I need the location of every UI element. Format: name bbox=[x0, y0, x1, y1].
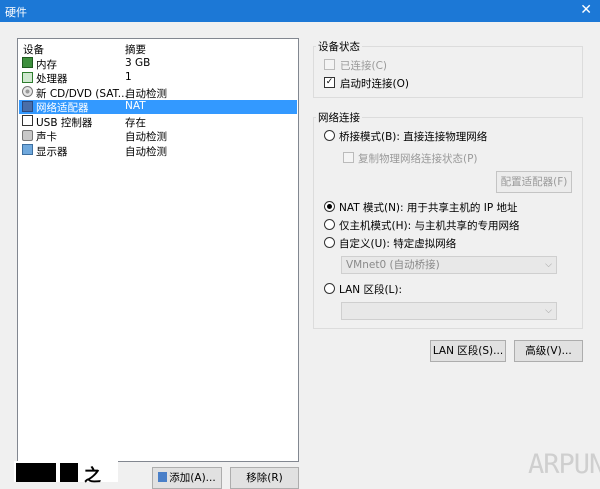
window-title: 硬件 bbox=[5, 6, 27, 19]
chevron-down-icon: ⌵ bbox=[545, 260, 552, 270]
device-row-memory[interactable]: 内存 3 GB bbox=[19, 56, 297, 71]
nat-label: NAT 模式(N): 用于共享主机的 IP 地址 bbox=[339, 202, 518, 214]
device-name: 处理器 bbox=[36, 73, 68, 85]
connected-checkbox[interactable] bbox=[324, 59, 335, 70]
device-name: 网络适配器 bbox=[36, 102, 89, 114]
device-summary: NAT bbox=[125, 100, 146, 112]
device-name: 内存 bbox=[36, 58, 57, 71]
chevron-down-icon: ⌵ bbox=[545, 306, 552, 316]
memory-icon bbox=[22, 57, 33, 68]
advanced-button[interactable]: 高级(V)... bbox=[514, 340, 583, 362]
lan-segments-button[interactable]: LAN 区段(S)... bbox=[430, 340, 506, 362]
logo-block-left bbox=[16, 463, 56, 482]
device-name: 新 CD/DVD (SAT... bbox=[36, 87, 128, 100]
device-column-header[interactable]: 设备 bbox=[23, 42, 44, 57]
display-icon bbox=[22, 144, 33, 155]
network-connection-label: 网络连接 bbox=[316, 110, 362, 125]
custom-label: 自定义(U): 特定虚拟网络 bbox=[339, 238, 457, 250]
device-row-display[interactable]: 显示器 自动检测 bbox=[19, 143, 297, 158]
replicate-state-label: 复制物理网络连接状态(P) bbox=[358, 153, 478, 165]
add-button-label: 添加(A)... bbox=[169, 472, 216, 484]
device-name: 显示器 bbox=[36, 145, 68, 158]
device-summary: 自动检测 bbox=[125, 145, 167, 158]
device-row-usb[interactable]: USB 控制器 存在 bbox=[19, 114, 297, 129]
device-list[interactable]: 设备 摘要 内存 3 GB 处理器 1 新 CD/DVD (SAT... 自动检… bbox=[17, 38, 299, 462]
network-adapter-icon bbox=[22, 100, 33, 112]
vmnet-select-value: VMnet0 (自动桥接) bbox=[346, 259, 440, 271]
host-only-label: 仅主机模式(H): 与主机共享的专用网络 bbox=[339, 220, 520, 232]
configure-adapters-button[interactable]: 配置适配器(F) bbox=[496, 171, 572, 193]
lan-segment-label: LAN 区段(L): bbox=[339, 284, 403, 296]
device-summary: 1 bbox=[125, 71, 132, 83]
device-row-cd-dvd[interactable]: 新 CD/DVD (SAT... 自动检测 bbox=[19, 85, 297, 100]
device-status-label: 设备状态 bbox=[316, 39, 362, 54]
device-row-processor[interactable]: 处理器 1 bbox=[19, 71, 297, 85]
device-row-network-adapter[interactable]: 网络适配器 NAT bbox=[19, 99, 297, 114]
cd-dvd-icon bbox=[22, 86, 33, 97]
ithome-logo: 之 bbox=[14, 461, 118, 486]
connect-at-power-on-checkbox[interactable]: ✓ bbox=[324, 77, 335, 88]
summary-column-header[interactable]: 摘要 bbox=[125, 42, 146, 57]
replicate-state-checkbox[interactable] bbox=[343, 152, 354, 163]
device-list-header: 设备 摘要 bbox=[18, 42, 298, 56]
logo-glyph: 之 bbox=[84, 466, 101, 486]
device-row-sound-card[interactable]: 声卡 自动检测 bbox=[19, 129, 297, 143]
lan-segment-select[interactable]: ⌵ bbox=[341, 302, 557, 320]
close-icon[interactable]: ✕ bbox=[580, 2, 592, 18]
shield-icon bbox=[158, 472, 168, 482]
lan-segment-radio[interactable] bbox=[324, 283, 335, 294]
usb-icon bbox=[22, 115, 33, 126]
nat-radio[interactable] bbox=[324, 201, 335, 212]
vmnet-select[interactable]: VMnet0 (自动桥接) ⌵ bbox=[341, 256, 557, 274]
device-summary: 自动检测 bbox=[125, 131, 167, 143]
connected-label: 已连接(C) bbox=[340, 60, 388, 72]
bridged-radio[interactable] bbox=[324, 130, 335, 141]
cpu-icon bbox=[22, 71, 33, 83]
device-summary: 自动检测 bbox=[125, 87, 167, 100]
logo-block-right bbox=[60, 463, 78, 482]
add-device-button[interactable]: 添加(A)... bbox=[152, 467, 222, 489]
device-name: USB 控制器 bbox=[36, 116, 93, 129]
connect-at-power-on-label: 启动时连接(O) bbox=[340, 78, 409, 90]
device-summary: 存在 bbox=[125, 116, 146, 129]
watermark: ARPUN bbox=[528, 449, 600, 480]
bridged-label: 桥接模式(B): 直接连接物理网络 bbox=[339, 131, 488, 143]
custom-radio[interactable] bbox=[324, 237, 335, 248]
sound-card-icon bbox=[22, 129, 33, 141]
device-name: 声卡 bbox=[36, 131, 57, 143]
host-only-radio[interactable] bbox=[324, 219, 335, 230]
device-summary: 3 GB bbox=[125, 56, 151, 69]
remove-device-button[interactable]: 移除(R) bbox=[230, 467, 299, 489]
title-bar: 硬件 ✕ bbox=[0, 0, 600, 22]
